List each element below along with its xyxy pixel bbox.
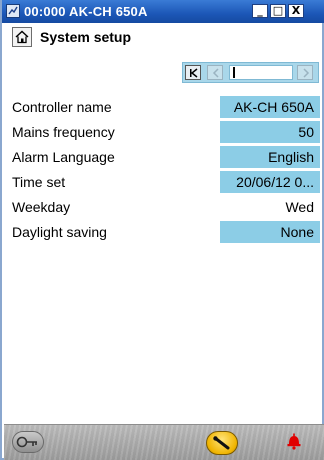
setting-row-alarm-language: Alarm Language English [12, 146, 320, 168]
setting-label: Daylight saving [12, 224, 107, 240]
setting-row-mains-frequency: Mains frequency 50 [12, 121, 320, 143]
page-title: System setup [40, 29, 132, 45]
wrench-icon [213, 436, 230, 450]
home-icon [15, 30, 29, 44]
alarm-bell-icon[interactable] [284, 431, 304, 451]
app-window: 00:000 AK-CH 650A _ □ X System setup Con… [0, 0, 324, 460]
setting-row-time-set: Time set 20/06/12 0... [12, 171, 320, 193]
home-button[interactable] [12, 27, 32, 47]
page-slider[interactable] [229, 65, 293, 80]
daylight-saving-field[interactable]: None [220, 221, 320, 243]
prev-page-button[interactable] [207, 65, 223, 80]
login-button[interactable] [12, 431, 44, 453]
next-page-button[interactable] [297, 65, 313, 80]
status-bar-texture [4, 425, 324, 460]
key-icon [16, 436, 37, 448]
status-bar [4, 424, 324, 460]
settings-list: Controller name AK-CH 650A Mains frequen… [12, 96, 320, 246]
next-page-icon [303, 68, 310, 78]
service-button[interactable] [206, 431, 238, 455]
weekday-value: Wed [285, 199, 314, 215]
maximize-button[interactable]: □ [270, 4, 286, 18]
time-set-field[interactable]: 20/06/12 0... [220, 171, 320, 193]
setting-label: Time set [12, 174, 66, 190]
app-icon [6, 4, 20, 18]
close-button[interactable]: X [288, 4, 304, 18]
alarm-language-field[interactable]: English [220, 146, 320, 168]
pager [182, 62, 319, 83]
setting-label: Alarm Language [12, 149, 115, 165]
setting-row-daylight-saving: Daylight saving None [12, 221, 320, 243]
first-page-icon [190, 68, 198, 78]
title-bar[interactable]: 00:000 AK-CH 650A _ □ X [2, 0, 324, 23]
page-header: System setup [12, 27, 312, 49]
first-page-button[interactable] [185, 65, 201, 80]
setting-label: Mains frequency [12, 124, 115, 140]
setting-row-controller-name: Controller name AK-CH 650A [12, 96, 320, 118]
setting-label: Weekday [12, 199, 71, 215]
setting-row-weekday: Weekday Wed [12, 196, 320, 218]
setting-label: Controller name [12, 99, 112, 115]
page-slider-thumb[interactable] [233, 67, 235, 78]
mains-frequency-field[interactable]: 50 [220, 121, 320, 143]
window-title: 00:000 AK-CH 650A [24, 4, 148, 19]
controller-name-field[interactable]: AK-CH 650A [220, 96, 320, 118]
minimize-button[interactable]: _ [252, 4, 268, 18]
prev-page-icon [212, 68, 219, 78]
